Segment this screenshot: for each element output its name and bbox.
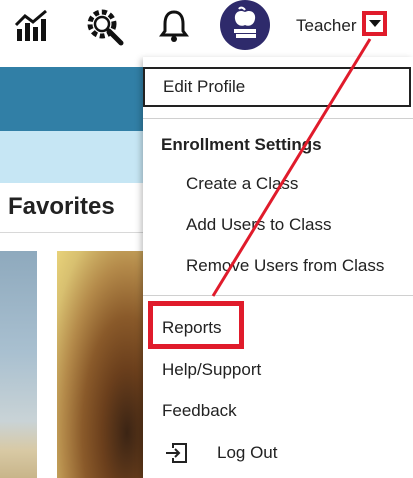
- menu-item-create-class[interactable]: Create a Class: [186, 174, 298, 194]
- logout-icon: [165, 442, 189, 469]
- user-menu-toggle-button[interactable]: [362, 11, 387, 36]
- bell-icon[interactable]: [154, 6, 194, 46]
- menu-item-log-out[interactable]: Log Out: [217, 443, 278, 463]
- user-menu-dropdown: Edit Profile Enrollment Settings Create …: [143, 57, 413, 478]
- enrollment-settings-heading: Enrollment Settings: [161, 135, 322, 154]
- menu-item-edit-profile[interactable]: Edit Profile: [143, 67, 411, 107]
- menu-item-remove-users[interactable]: Remove Users from Class: [186, 256, 384, 276]
- menu-item-reports[interactable]: Reports: [162, 318, 222, 338]
- menu-divider: [143, 295, 413, 296]
- favorite-tile-image[interactable]: [0, 251, 37, 478]
- gear-search-icon[interactable]: [84, 6, 124, 46]
- chevron-down-icon: [368, 20, 381, 27]
- apple-books-icon: [230, 6, 260, 45]
- chart-bars-icon[interactable]: [12, 6, 52, 46]
- favorite-tile-image[interactable]: [57, 251, 157, 478]
- avatar[interactable]: [220, 0, 270, 50]
- menu-item-add-users[interactable]: Add Users to Class: [186, 215, 332, 235]
- menu-divider: [143, 118, 413, 119]
- favorites-heading: Favorites: [8, 193, 115, 220]
- menu-item-feedback[interactable]: Feedback: [162, 401, 237, 421]
- username-label[interactable]: Teacher: [296, 16, 356, 36]
- menu-item-help-support[interactable]: Help/Support: [162, 360, 261, 380]
